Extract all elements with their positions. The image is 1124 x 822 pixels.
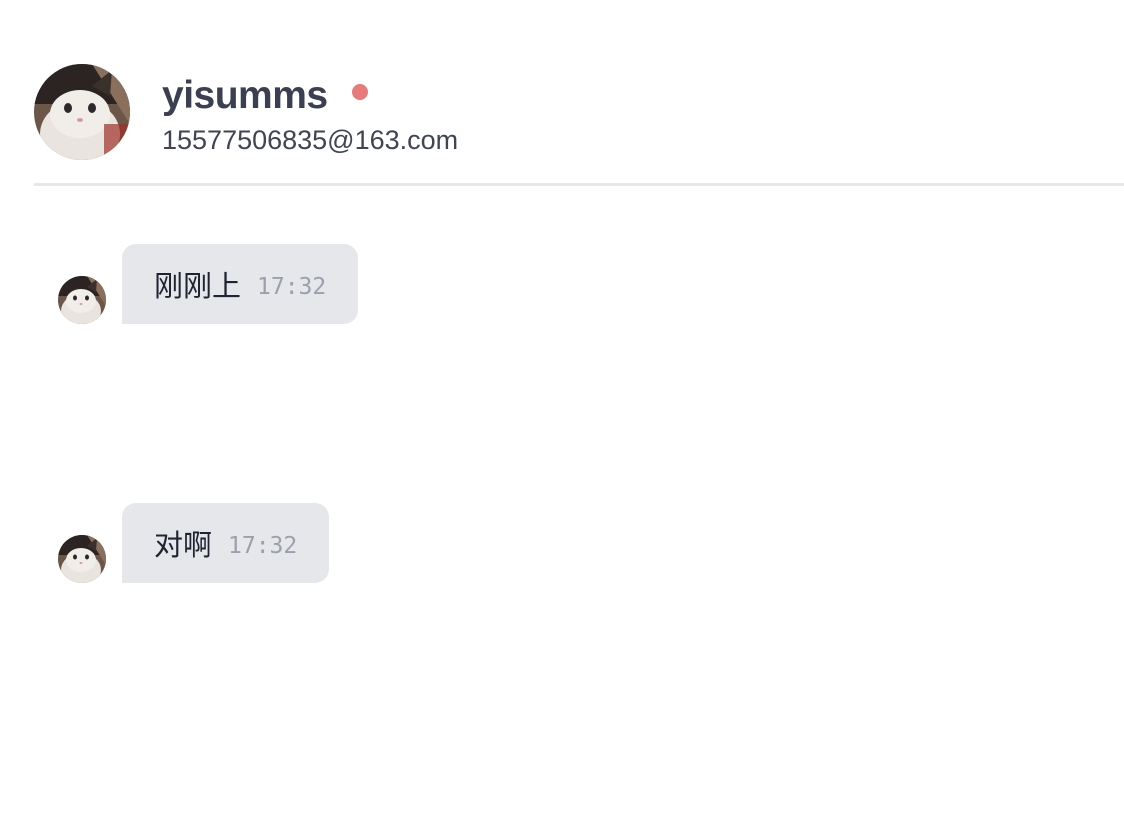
cat-avatar-icon: [58, 276, 106, 324]
cat-avatar-icon: [58, 535, 106, 583]
contact-avatar[interactable]: [34, 64, 130, 160]
status-indicator-dot: [352, 84, 368, 100]
sender-avatar[interactable]: [58, 276, 106, 324]
cat-avatar-icon: [34, 64, 130, 160]
contact-email: 15577506835@163.com: [162, 125, 459, 155]
sender-avatar[interactable]: [58, 535, 106, 583]
contact-username: yisumms: [162, 74, 328, 117]
message-text: 刚刚上: [154, 269, 242, 303]
message-bubble[interactable]: 刚刚上 17:32: [122, 244, 359, 324]
chat-header: yisumms 15577506835@163.com: [34, 64, 1124, 186]
message-text: 对啊: [154, 528, 213, 562]
message-time: 17:32: [257, 274, 327, 300]
message-bubble[interactable]: 对啊 17:32: [122, 503, 330, 583]
message-time: 17:32: [228, 533, 298, 559]
header-divider: [34, 183, 1124, 186]
